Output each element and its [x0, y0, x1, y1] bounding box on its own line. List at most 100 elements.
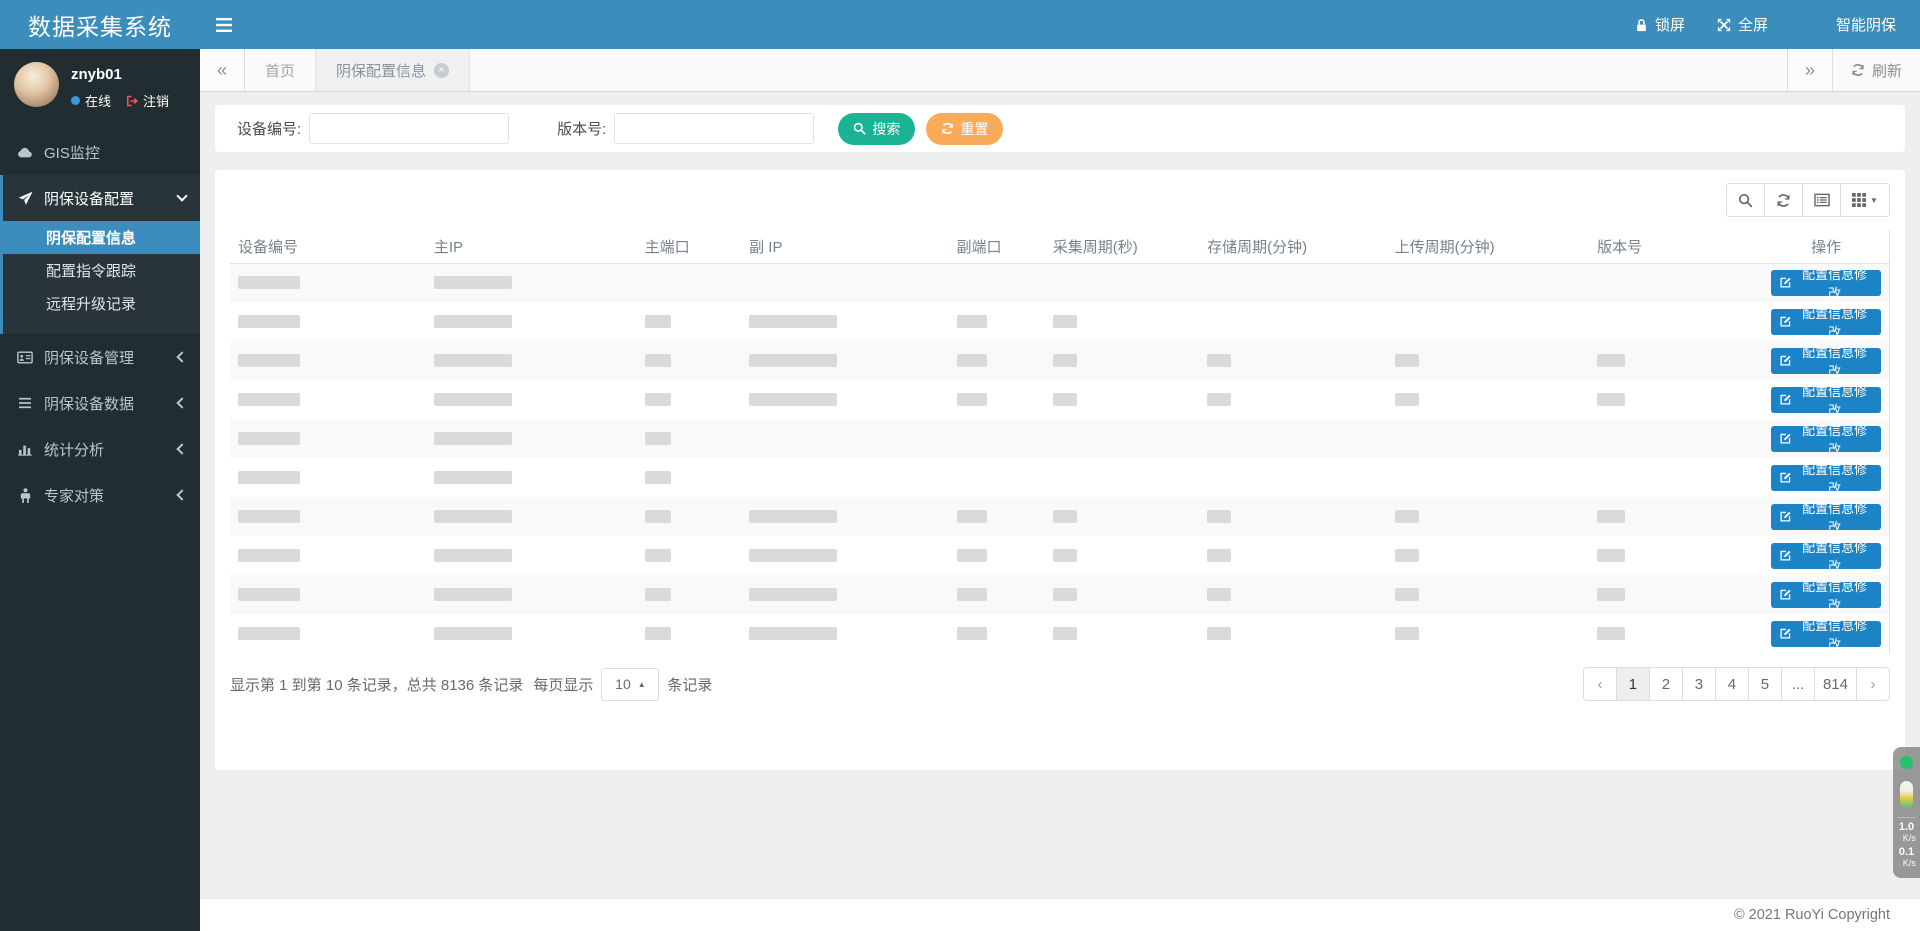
toolbar-detail-view-button[interactable]	[1802, 183, 1841, 217]
tabs-scroll-right-button[interactable]: »	[1787, 49, 1832, 91]
redacted-value	[1597, 354, 1625, 367]
table-cell	[426, 497, 637, 536]
redacted-value	[749, 549, 837, 562]
redacted-value	[1053, 510, 1077, 523]
redacted-value	[957, 588, 987, 601]
table-cell	[637, 380, 742, 419]
device-number-input[interactable]	[309, 113, 509, 144]
page-size-value: 10	[615, 676, 631, 692]
table-cell	[426, 536, 637, 575]
table-cell	[426, 341, 637, 380]
reset-button[interactable]: 重置	[926, 113, 1003, 145]
top-navbar: 数据采集系统 锁屏 全屏 智能阴保	[0, 0, 1920, 49]
caret-up-icon: ▲	[638, 680, 646, 689]
id-card-icon	[16, 351, 34, 364]
table-cell	[230, 458, 426, 497]
refresh-label: 刷新	[1872, 60, 1902, 81]
sidebar-subitem-command-trace[interactable]: 配置指令跟踪	[3, 254, 200, 287]
redacted-value	[1395, 393, 1419, 406]
page-number-button[interactable]: 2	[1649, 667, 1683, 701]
redacted-value	[434, 627, 512, 640]
edit-config-button[interactable]: 配置信息修改	[1771, 270, 1881, 296]
sidebar-item-device-manage[interactable]: 阴保设备管理	[0, 334, 200, 380]
sidebar-user-panel: znyb01 在线 注销	[0, 49, 200, 123]
table-cell	[230, 341, 426, 380]
edit-icon	[1779, 315, 1792, 328]
sidebar-item-device-data[interactable]: 阴保设备数据	[0, 380, 200, 426]
lock-screen-button[interactable]: 锁屏	[1619, 0, 1701, 49]
network-monitor-widget[interactable]: 1.0 ↑ K/s 0.1 ↓ K/s	[1893, 747, 1920, 878]
main-content: « 首页 阴保配置信息 × » 刷新 设备编号: 版本号:	[200, 49, 1920, 931]
sidebar-toggle-button[interactable]	[200, 0, 248, 49]
edit-config-button[interactable]: 配置信息修改	[1771, 426, 1881, 452]
edit-config-button[interactable]: 配置信息修改	[1771, 582, 1881, 608]
edit-config-button[interactable]: 配置信息修改	[1771, 309, 1881, 335]
refresh-tab-button[interactable]: 刷新	[1832, 49, 1920, 91]
page-number-button[interactable]: 1	[1616, 667, 1650, 701]
logout-button[interactable]: 注销	[126, 91, 169, 110]
tabs-scroll-left-button[interactable]: «	[200, 49, 245, 91]
sidebar-item-expert-advice[interactable]: 专家对策	[0, 472, 200, 518]
toolbar-refresh-button[interactable]	[1764, 183, 1803, 217]
version-input[interactable]	[614, 113, 814, 144]
table-cell	[1387, 614, 1589, 653]
redacted-value	[645, 354, 671, 367]
redacted-value	[238, 354, 300, 367]
table-cell	[1199, 536, 1387, 575]
table-cell	[637, 458, 742, 497]
download-speed-unit: K/s	[1903, 858, 1916, 868]
user-info: znyb01 在线 注销	[71, 62, 169, 110]
user-menu[interactable]: 智能阴保	[1784, 0, 1912, 49]
toolbar-columns-button[interactable]: ▼	[1840, 183, 1890, 217]
edit-icon	[1779, 276, 1792, 289]
redacted-value	[238, 627, 300, 640]
page-number-button[interactable]: 4	[1715, 667, 1749, 701]
page-ellipsis: ...	[1781, 667, 1815, 701]
redacted-value	[1597, 393, 1625, 406]
sidebar-item-label: GIS监控	[44, 142, 100, 163]
col-primary-port: 主端口	[637, 230, 742, 263]
page-number-button[interactable]: 3	[1682, 667, 1716, 701]
table-cell	[1045, 575, 1199, 614]
redacted-value	[957, 393, 987, 406]
page-number-button[interactable]: 5	[1748, 667, 1782, 701]
table-cell	[1589, 575, 1763, 614]
page-number-button[interactable]: 814	[1814, 667, 1857, 701]
sidebar-menu: GIS监控 阴保设备配置 阴保配置信息 配置指令跟踪 远程升级记录 阴保设备管理	[0, 129, 200, 518]
table-cell-action: 配置信息修改	[1763, 575, 1889, 614]
sidebar-item-device-config[interactable]: 阴保设备配置	[3, 175, 200, 221]
page-prev-button[interactable]: ‹	[1583, 667, 1617, 701]
arrow-up-icon: ↑	[1897, 833, 1902, 843]
fullscreen-button[interactable]: 全屏	[1701, 0, 1784, 49]
search-button[interactable]: 搜索	[838, 113, 915, 145]
edit-config-button[interactable]: 配置信息修改	[1771, 348, 1881, 374]
page-size-select[interactable]: 10 ▲	[601, 668, 659, 701]
edit-config-button[interactable]: 配置信息修改	[1771, 543, 1881, 569]
tab-config-info[interactable]: 阴保配置信息 ×	[316, 49, 470, 91]
edit-config-button[interactable]: 配置信息修改	[1771, 387, 1881, 413]
logout-label: 注销	[143, 91, 169, 110]
tab-home[interactable]: 首页	[245, 49, 316, 91]
table-cell	[426, 380, 637, 419]
edit-config-button[interactable]: 配置信息修改	[1771, 621, 1881, 647]
sidebar-subitem-remote-upgrade[interactable]: 远程升级记录	[3, 287, 200, 320]
caret-down-icon: ▼	[1870, 196, 1878, 205]
sidebar: znyb01 在线 注销 GIS监控	[0, 49, 200, 931]
page-next-button[interactable]: ›	[1856, 667, 1890, 701]
table-cell	[1199, 263, 1387, 302]
table-cell	[1387, 341, 1589, 380]
edit-icon	[1779, 549, 1792, 562]
redacted-value	[1395, 354, 1419, 367]
sidebar-item-gis-monitor[interactable]: GIS监控	[0, 129, 200, 175]
edit-config-button[interactable]: 配置信息修改	[1771, 465, 1881, 491]
lock-icon	[1635, 18, 1648, 32]
sidebar-item-statistics[interactable]: 统计分析	[0, 426, 200, 472]
edit-config-button[interactable]: 配置信息修改	[1771, 504, 1881, 530]
divider	[1897, 817, 1916, 818]
toolbar-search-button[interactable]	[1726, 183, 1765, 217]
col-collect-cycle: 采集周期(秒)	[1045, 230, 1199, 263]
redacted-value	[957, 354, 987, 367]
tab-home-label: 首页	[265, 60, 295, 81]
sidebar-subitem-config-info[interactable]: 阴保配置信息	[3, 221, 200, 254]
tab-close-icon[interactable]: ×	[434, 63, 449, 78]
